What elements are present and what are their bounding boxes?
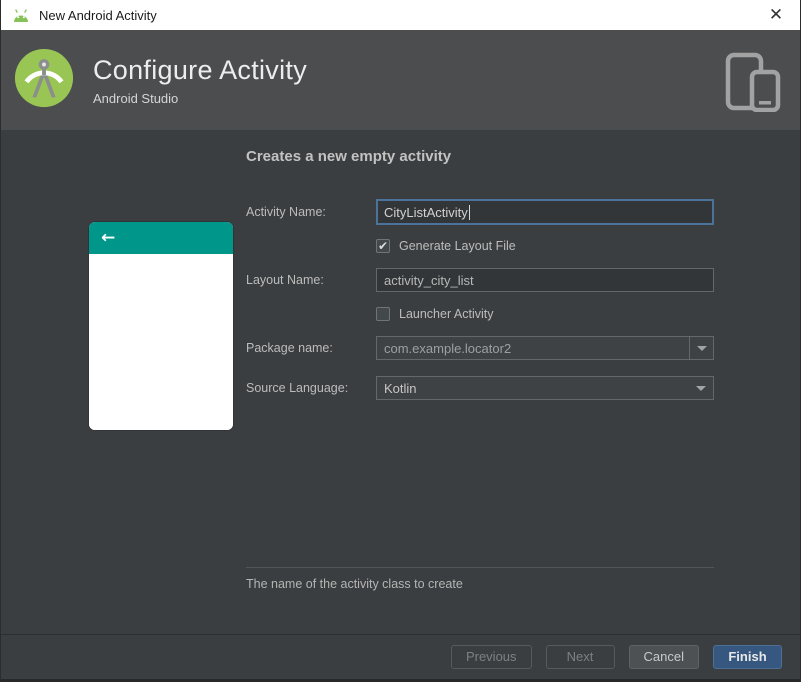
title-bar: New Android Activity ✕	[1, 0, 800, 30]
checkbox-checked-icon[interactable]: ✔	[376, 239, 390, 253]
previous-button[interactable]: Previous	[450, 644, 532, 669]
source-language-dropdown-button[interactable]	[689, 377, 713, 399]
source-language-combobox[interactable]: Kotlin	[376, 376, 714, 400]
preview-content	[89, 254, 233, 430]
preview-appbar: ←	[89, 222, 233, 254]
header-subtitle: Android Studio	[93, 90, 179, 106]
android-studio-logo-icon	[13, 47, 75, 114]
layout-name-input[interactable]: activity_city_list	[376, 268, 714, 292]
header-title: Configure Activity	[93, 54, 307, 85]
activity-name-label: Activity Name:	[246, 205, 326, 219]
package-name-dropdown-button[interactable]	[689, 337, 713, 359]
form-heading: Creates a new empty activity	[246, 148, 452, 165]
back-arrow-icon: ←	[101, 227, 116, 248]
text-caret	[468, 204, 470, 220]
activity-preview: ←	[89, 222, 233, 430]
package-name-combobox[interactable]: com.example.locator2	[376, 336, 714, 360]
package-name-value: com.example.locator2	[384, 340, 512, 356]
wizard-footer: Previous Next Cancel Finish	[1, 634, 800, 678]
launcher-activity-label: Launcher Activity	[399, 307, 494, 321]
finish-button[interactable]: Finish	[713, 644, 782, 669]
android-head-icon	[11, 7, 31, 23]
layout-name-label: Layout Name:	[246, 273, 324, 287]
source-language-value: Kotlin	[384, 380, 417, 396]
layout-name-value: activity_city_list	[384, 272, 474, 288]
close-icon[interactable]: ✕	[762, 1, 790, 29]
generate-layout-checkbox[interactable]: ✔ Generate Layout File	[376, 239, 516, 253]
activity-name-input[interactable]: CityListActivity	[376, 199, 714, 225]
launcher-activity-checkbox[interactable]: Launcher Activity	[376, 307, 494, 321]
new-android-activity-dialog: New Android Activity ✕ Configure Activit…	[0, 0, 801, 682]
activity-name-value: CityListActivity	[384, 204, 468, 220]
hint-text: The name of the activity class to create	[246, 577, 463, 591]
chevron-down-icon	[696, 385, 706, 391]
chevron-down-icon	[696, 345, 707, 351]
generate-layout-label: Generate Layout File	[399, 239, 516, 253]
wizard-header: Configure Activity Android Studio	[1, 30, 800, 130]
checkbox-unchecked-icon[interactable]	[376, 307, 390, 321]
source-language-label: Source Language:	[246, 381, 349, 395]
window-title: New Android Activity	[39, 7, 157, 23]
wizard-body: ← Creates a new empty activity Activity …	[1, 130, 800, 634]
next-button[interactable]: Next	[545, 644, 615, 669]
devices-icon	[724, 52, 782, 117]
package-name-label: Package name:	[246, 341, 333, 355]
hint-separator	[246, 567, 714, 568]
cancel-button[interactable]: Cancel	[628, 644, 699, 669]
